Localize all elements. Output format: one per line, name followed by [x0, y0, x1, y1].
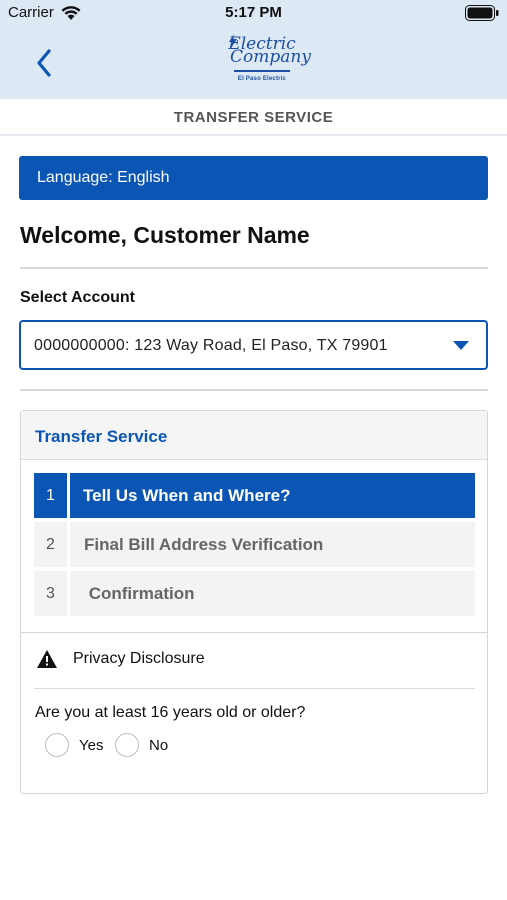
step-item-3[interactable]: 3 Confirmation — [34, 571, 475, 616]
caret-down-icon — [453, 341, 469, 350]
card-title: Transfer Service — [35, 427, 168, 446]
back-chevron-icon[interactable] — [34, 48, 54, 78]
privacy-disclosure-link[interactable]: Privacy Disclosure — [73, 650, 205, 668]
company-logo: Electric Company El Paso Electric — [226, 34, 311, 90]
yes-radio[interactable] — [45, 733, 69, 757]
step-number: 3 — [34, 571, 67, 616]
card-header: Transfer Service — [21, 411, 487, 460]
account-select[interactable]: 0000000000: 123 Way Road, El Paso, TX 79… — [19, 320, 488, 370]
divider — [20, 389, 488, 391]
app-header: Electric Company El Paso Electric — [0, 26, 507, 99]
step-item-1[interactable]: 1 Tell Us When and Where? — [34, 473, 475, 518]
logo-text-company: Company — [230, 47, 311, 67]
logo-subtitle: El Paso Electric — [237, 76, 287, 82]
step-label: Confirmation — [70, 571, 475, 616]
step-label-text: Tell Us When and Where? — [83, 485, 291, 505]
select-account-label: Select Account — [20, 289, 135, 306]
divider — [34, 688, 475, 689]
warning-icon — [37, 650, 57, 668]
step-item-2[interactable]: 2 Final Bill Address Verification — [34, 522, 475, 567]
step-label-text: Final Bill Address Verification — [84, 534, 324, 554]
clock: 5:17 PM — [225, 4, 282, 21]
step-number: 2 — [34, 522, 67, 567]
battery-icon — [465, 5, 499, 21]
status-bar: Carrier 5:17 PM — [0, 0, 507, 26]
language-label: Language: English — [37, 169, 170, 186]
step-label: Tell Us When and Where? — [70, 473, 475, 518]
age-question: Are you at least 16 years old or older? — [35, 704, 306, 721]
no-label: No — [149, 737, 169, 754]
logo-underline — [234, 70, 290, 72]
transfer-service-card: Transfer Service 1 Tell Us When and Wher… — [20, 410, 488, 794]
account-select-value: 0000000000: 123 Way Road, El Paso, TX 79… — [34, 337, 388, 354]
language-selector-button[interactable]: Language: English — [19, 156, 488, 200]
no-radio[interactable] — [115, 733, 139, 757]
page-title-bar: TRANSFER SERVICE — [0, 99, 507, 136]
step-label-text: Confirmation — [84, 583, 195, 603]
divider — [21, 632, 487, 633]
step-number: 1 — [34, 473, 67, 518]
welcome-heading: Welcome, Customer Name — [20, 222, 310, 248]
divider — [20, 267, 488, 269]
yes-label: Yes — [79, 737, 104, 754]
page-title: TRANSFER SERVICE — [173, 109, 334, 126]
step-label: Final Bill Address Verification — [70, 522, 475, 567]
